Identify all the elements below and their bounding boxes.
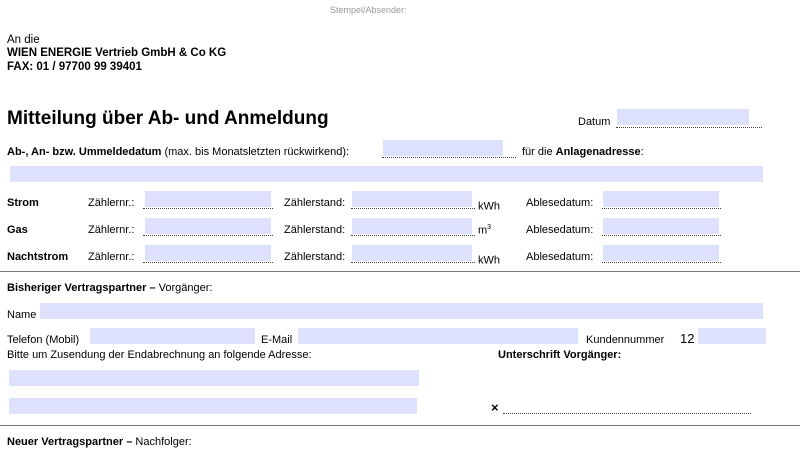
reading-date-dots bbox=[602, 262, 721, 263]
new-heading-bold: Neuer Vertragspartner – bbox=[7, 436, 133, 448]
divider bbox=[0, 271, 800, 272]
meter-number-label: Zählernr.: bbox=[88, 197, 135, 209]
meter-unit-text: m bbox=[478, 224, 488, 237]
meter-reading-label: Zählerstand: bbox=[284, 224, 346, 236]
reading-date-dots bbox=[602, 235, 721, 236]
meter-unit-text: kWh bbox=[478, 200, 500, 213]
billing-address-line-2[interactable] bbox=[9, 398, 417, 414]
previous-heading-bold: Bisheriger Vertragspartner – bbox=[7, 282, 156, 294]
meter-number-label: Zählernr.: bbox=[88, 224, 135, 236]
anlagenadresse-colon: : bbox=[640, 146, 644, 158]
previous-heading-rest: Vorgänger: bbox=[158, 282, 213, 294]
anlagenadresse-bold: Anlagenadresse bbox=[555, 146, 641, 158]
recipient-line-1: An die bbox=[7, 34, 40, 46]
previous-partner-heading: Bisheriger Vertragspartner – Vorgänger: bbox=[7, 282, 212, 294]
page-title: Mitteilung über Ab- und Anmeldung bbox=[7, 108, 329, 129]
meter-name: Gas bbox=[7, 224, 28, 236]
meter-number-dots bbox=[143, 262, 273, 263]
signature-mark-icon: × bbox=[491, 400, 499, 415]
meter-unit-text: kWh bbox=[478, 254, 500, 267]
reading-date-label: Ablesedatum: bbox=[526, 251, 594, 263]
ummeldedatum-label-bold: Ab-, An- bzw. Ummeldedatum bbox=[7, 146, 162, 158]
divider bbox=[0, 425, 800, 426]
new-partner-heading: Neuer Vertragspartner – Nachfolger: bbox=[7, 436, 192, 448]
stamp-label: Stempel/Absender: bbox=[330, 5, 407, 15]
date-field[interactable] bbox=[617, 109, 749, 125]
ummeldedatum-note: (max. bis Monatsletzten rückwirkend): bbox=[164, 146, 350, 158]
email-label: E-Mail bbox=[261, 334, 293, 346]
meter-number-field[interactable] bbox=[145, 218, 271, 234]
meter-name: Nachtstrom bbox=[7, 251, 69, 263]
meter-reading-label: Zählerstand: bbox=[284, 251, 346, 263]
meter-reading-field[interactable] bbox=[352, 191, 472, 207]
signature-label: Unterschrift Vorgänger: bbox=[498, 349, 622, 361]
meter-number-dots bbox=[143, 208, 273, 209]
meter-reading-label: Zählerstand: bbox=[284, 197, 346, 209]
meter-unit: m3 bbox=[478, 224, 491, 237]
anlagenadresse-field[interactable] bbox=[10, 166, 763, 182]
reading-date-dots bbox=[602, 208, 721, 209]
meter-number-dots bbox=[143, 235, 273, 236]
for-label: für die bbox=[522, 146, 553, 158]
name-field[interactable] bbox=[40, 303, 763, 319]
reading-date-label: Ablesedatum: bbox=[526, 197, 594, 209]
meter-number-label: Zählernr.: bbox=[88, 251, 135, 263]
meter-reading-field[interactable] bbox=[352, 245, 472, 261]
anlagenadresse-label: für die Anlagenadresse: bbox=[522, 146, 644, 158]
meter-reading-dots bbox=[351, 262, 475, 263]
date-dots bbox=[616, 127, 762, 128]
customer-number-field[interactable] bbox=[698, 328, 766, 344]
meter-unit: kWh bbox=[478, 251, 500, 267]
ummeldedatum-label: Ab-, An- bzw. Ummeldedatum (max. bis Mon… bbox=[7, 146, 349, 158]
meter-number-field[interactable] bbox=[145, 245, 271, 261]
recipient-line-2: WIEN ENERGIE Vertrieb GmbH & Co KG bbox=[7, 47, 227, 59]
new-heading-rest: Nachfolger: bbox=[135, 436, 192, 448]
meter-unit: kWh bbox=[478, 197, 500, 213]
reading-date-field[interactable] bbox=[603, 245, 719, 261]
meter-reading-dots bbox=[351, 235, 475, 236]
meter-name: Strom bbox=[7, 197, 39, 209]
meter-reading-dots bbox=[351, 208, 475, 209]
customer-number-prefix: 12 bbox=[680, 331, 695, 346]
billing-address-line-1[interactable] bbox=[9, 370, 419, 386]
reading-date-label: Ablesedatum: bbox=[526, 224, 594, 236]
reading-date-field[interactable] bbox=[603, 218, 719, 234]
ummeldedatum-dots bbox=[382, 157, 516, 158]
recipient-line-3: FAX: 01 / 97700 99 39401 bbox=[7, 61, 142, 73]
email-field[interactable] bbox=[298, 328, 578, 344]
phone-field[interactable] bbox=[90, 328, 255, 344]
meter-number-field[interactable] bbox=[145, 191, 271, 207]
final-bill-label: Bitte um Zusendung der Endabrechnung an … bbox=[7, 349, 312, 361]
date-label: Datum bbox=[578, 116, 611, 128]
name-label: Name bbox=[7, 309, 37, 321]
ummeldedatum-field[interactable] bbox=[383, 140, 503, 156]
phone-label: Telefon (Mobil) bbox=[7, 334, 80, 346]
meter-reading-field[interactable] bbox=[352, 218, 472, 234]
meter-unit-sup: 3 bbox=[487, 224, 492, 231]
signature-line[interactable] bbox=[503, 413, 751, 414]
reading-date-field[interactable] bbox=[603, 191, 719, 207]
customer-number-label: Kundennummer bbox=[586, 334, 665, 346]
